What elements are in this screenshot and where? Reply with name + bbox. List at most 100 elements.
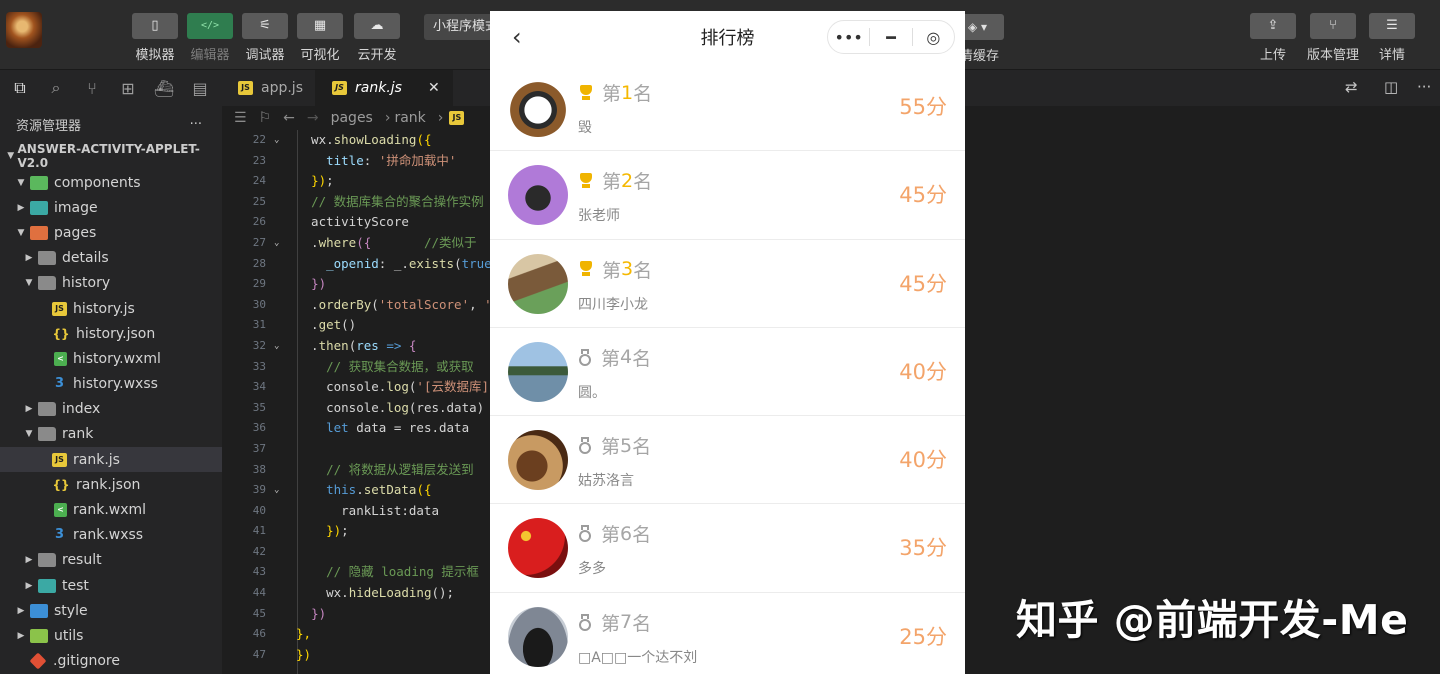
branch-icon: ⑂ xyxy=(1310,13,1356,39)
files-icon[interactable]: ⧉ xyxy=(2,78,38,98)
chevron-right-icon: ▶ xyxy=(17,202,25,213)
tree-item-test[interactable]: ▶ test xyxy=(0,573,222,598)
avatar xyxy=(508,253,568,314)
ranking-row[interactable]: 第1名 毁 55分 xyxy=(490,63,965,152)
more-icon[interactable]: ··· xyxy=(190,117,202,132)
more-icon[interactable]: ··· xyxy=(1417,78,1431,96)
chevron-down-icon[interactable]: ⌄ xyxy=(274,233,279,254)
tree-item-pages[interactable]: ▼ pages xyxy=(0,220,222,245)
breadcrumb-pages[interactable]: pages xyxy=(331,110,373,126)
watermark: 知乎 @前端开发-Me xyxy=(1016,596,1409,644)
editor-button[interactable]: </> 编辑器 xyxy=(186,13,234,63)
extensions-icon[interactable]: ⊞ xyxy=(110,79,146,98)
tab-rank-js[interactable]: JS rank.js ✕ xyxy=(316,70,453,106)
cloud-button[interactable]: ☁ 云开发 xyxy=(353,13,401,63)
line-number: 24 xyxy=(252,174,266,188)
bookmark-icon[interactable]: ⚐ xyxy=(259,110,272,126)
back-arrow-icon[interactable]: ‹ xyxy=(512,23,522,51)
folder-icon xyxy=(38,402,56,417)
details-button[interactable]: ☰ 详情 xyxy=(1368,13,1416,63)
rank-suffix: 名 xyxy=(633,83,653,105)
tree-item-rank-js[interactable]: JS rank.js xyxy=(0,447,222,473)
tree-item-components[interactable]: ▼ components xyxy=(0,170,222,195)
chevron-right-icon: ▶ xyxy=(17,630,25,641)
search-icon[interactable]: ⌕ xyxy=(38,78,74,98)
line-number: 38 xyxy=(252,462,266,476)
explorer-panel: 资源管理器 ··· ▼ ANSWER-ACTIVITY-APPLET-V2.0 … xyxy=(0,106,222,674)
version-button[interactable]: ⑂ 版本管理 xyxy=(1307,13,1359,63)
visual-button[interactable]: ▦ 可视化 xyxy=(296,13,344,63)
tree-item-style[interactable]: ▶ style xyxy=(0,598,222,623)
upload-button[interactable]: ⇪ 上传 xyxy=(1249,13,1297,63)
chevron-right-icon: › xyxy=(437,110,444,126)
ranking-row[interactable]: 第7名 □A□□一个达不刘 25分 xyxy=(490,593,965,674)
user-score: 25分 xyxy=(899,624,947,649)
more-dots-icon[interactable]: ••• xyxy=(828,28,869,47)
medal-icon xyxy=(578,348,592,366)
tree-item-image[interactable]: ▶ image xyxy=(0,195,222,220)
tree-item-gitignore[interactable]: .gitignore xyxy=(0,649,222,674)
details-label: 详情 xyxy=(1378,48,1405,63)
tree-label: history.js xyxy=(73,300,135,317)
tree-label: rank xyxy=(62,426,94,443)
docker-icon[interactable]: ⛴ xyxy=(146,79,182,98)
list-icon[interactable]: ☰ xyxy=(234,110,247,126)
project-root[interactable]: ▼ ANSWER-ACTIVITY-APPLET-V2.0 xyxy=(0,142,222,170)
tree-item-history-json[interactable]: {} history.json xyxy=(0,321,222,346)
simulator-button[interactable]: ▯ 模拟器 xyxy=(131,13,179,63)
tree-item-result[interactable]: ▶ result xyxy=(0,548,222,573)
debugger-button[interactable]: ⚟ 调试器 xyxy=(241,13,289,63)
chevron-down-icon[interactable]: ⌄ xyxy=(274,336,279,357)
tree-item-rank-wxss[interactable]: 3 rank.wxss xyxy=(0,523,222,548)
ranking-row[interactable]: 第5名 姑苏洛言 40分 xyxy=(490,416,965,505)
app-avatar[interactable] xyxy=(6,12,42,48)
tab-label: app.js xyxy=(261,80,303,96)
tree-label: rank.wxml xyxy=(73,502,147,519)
line-number: 30 xyxy=(252,297,266,311)
sliders-icon: ⚟ xyxy=(242,13,288,39)
compare-icon[interactable]: ⇄ xyxy=(1345,78,1358,96)
code-editor[interactable]: 22 ⌄ wx.showLoading({ 23 title: '拼命加载中' 2… xyxy=(222,130,490,674)
close-target-icon[interactable]: ◎ xyxy=(913,28,954,47)
tree-item-history-wxml[interactable]: < history.wxml xyxy=(0,346,222,371)
tree-item-rank-wxml[interactable]: < rank.wxml xyxy=(0,497,222,522)
breadcrumb-rank[interactable]: rank xyxy=(394,110,425,126)
minimize-icon[interactable]: ━ xyxy=(870,28,911,47)
js-file-icon: JS xyxy=(449,111,465,125)
chevron-down-icon[interactable]: ⌄ xyxy=(274,130,279,151)
split-editor-icon[interactable]: ◫ xyxy=(1384,78,1398,96)
user-nickname: 圆。 xyxy=(578,384,606,401)
tree-item-rank[interactable]: ▼ rank xyxy=(0,422,222,447)
user-nickname: 张老师 xyxy=(578,208,620,225)
tree-item-history[interactable]: ▼ history xyxy=(0,271,222,296)
trophy-icon xyxy=(578,261,594,277)
ranking-row[interactable]: 第2名 张老师 45分 xyxy=(490,151,965,240)
clear-cache-button[interactable]: ◈ ▾ xyxy=(960,14,1004,40)
ranking-row[interactable]: 第6名 多多 35分 xyxy=(490,504,965,593)
tree-item-utils[interactable]: ▶ utils xyxy=(0,623,222,648)
tree-item-history-wxss[interactable]: 3 history.wxss xyxy=(0,372,222,397)
storage-icon[interactable]: ▤ xyxy=(182,79,218,98)
tree-label: style xyxy=(54,602,88,619)
avatar xyxy=(508,165,568,226)
rank-number: 5 xyxy=(620,434,633,457)
ranking-row[interactable]: 第3名 四川李小龙 45分 xyxy=(490,240,965,328)
tab-label: rank.js xyxy=(355,80,402,96)
tree-item-details[interactable]: ▶ details xyxy=(0,246,222,271)
rank-label: 第6名 xyxy=(578,520,651,547)
ranking-row[interactable]: 第4名 圆。 40分 xyxy=(490,328,965,417)
tree-item-rank-json[interactable]: {} rank.json xyxy=(0,472,222,497)
line-number: 45 xyxy=(252,606,266,620)
chevron-down-icon: ▼ xyxy=(17,227,25,238)
arrow-left-icon[interactable]: ← xyxy=(283,110,295,126)
tree-item-index[interactable]: ▶ index xyxy=(0,397,222,422)
cloud-label: 云开发 xyxy=(357,48,397,63)
chevron-right-icon: ▶ xyxy=(25,253,33,264)
close-icon[interactable]: ✕ xyxy=(428,80,440,96)
tree-item-history-js[interactable]: JS history.js xyxy=(0,296,222,321)
chevron-down-icon[interactable]: ⌄ xyxy=(274,480,279,501)
arrow-right-icon[interactable]: → xyxy=(307,110,319,126)
source-control-icon[interactable]: ⑂ xyxy=(74,79,110,98)
avatar xyxy=(508,518,568,579)
tab-app-js[interactable]: JS app.js xyxy=(222,70,316,106)
